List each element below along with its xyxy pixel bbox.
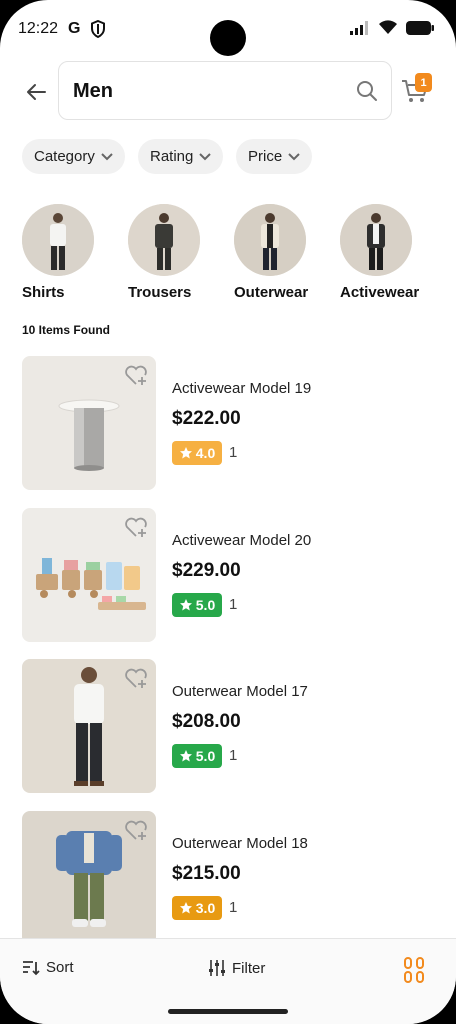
back-button[interactable] [22,78,50,106]
status-time: 12:22 [18,20,59,37]
product-price: $222.00 [172,408,241,429]
app-screen: 12:22 G Men 1 Category Rating Price Shir… [0,0,456,1024]
status-bar: 12:22 G [0,0,456,60]
search-icon[interactable] [355,79,379,103]
battery-icon [406,20,434,35]
filter-chip-price[interactable]: Price [236,139,313,174]
rating-badge: 5.0 [172,744,222,768]
home-indicator[interactable] [168,1009,288,1014]
category-outerwear[interactable]: Outerwear [234,204,324,301]
rating-value: 3.0 [195,900,216,916]
category-label: Shirts [22,284,65,301]
product-card[interactable]: Outerwear Model 17 $208.00 5.0 1 [22,659,432,793]
chip-label: Price [248,148,283,165]
product-name: Activewear Model 19 [172,380,312,397]
chip-label: Rating [150,148,194,165]
star-icon [179,750,192,762]
rating-value: 4.0 [195,445,216,461]
star-icon [179,599,192,611]
google-icon: G [68,20,81,37]
product-card[interactable]: Activewear Model 19 $222.00 4.0 1 [22,356,432,490]
category-label: Activewear [340,284,420,301]
product-price: $229.00 [172,560,241,581]
filter-chip-category[interactable]: Category [22,139,125,174]
product-name: Outerwear Model 18 [172,835,308,852]
category-label: Trousers [128,284,192,301]
rating-badge: 5.0 [172,593,222,617]
arrow-left-icon [27,84,46,100]
search-query[interactable]: Men [73,80,113,103]
chevron-down-icon [288,152,300,160]
rating-count: 1 [229,444,238,461]
rating-value: 5.0 [195,748,216,764]
status-icons [350,20,434,35]
rating-badge: 4.0 [172,441,222,465]
grid-view-icon[interactable] [404,957,424,983]
star-icon [179,447,192,459]
signal-icon [350,20,368,35]
category-image [22,204,94,276]
results-count: 10 Items Found [22,323,111,337]
product-card[interactable]: Activewear Model 20 $229.00 5.0 1 [22,508,432,642]
category-image [340,204,412,276]
rating-value: 5.0 [195,597,216,613]
chevron-down-icon [101,152,113,160]
product-card[interactable]: Outerwear Model 18 $215.00 3.0 1 [22,811,432,945]
front-camera [210,20,246,56]
sort-icon [23,960,40,975]
star-icon [179,902,192,914]
product-name: Activewear Model 20 [172,532,312,549]
chip-label: Category [34,148,95,165]
wifi-icon [379,20,397,34]
category-label: Outerwear [234,284,309,301]
filter-label: Filter [232,959,266,977]
heart-plus-icon[interactable] [124,819,148,841]
rating-badge: 3.0 [172,896,222,920]
chevron-down-icon [199,152,212,160]
rating-count: 1 [229,747,238,764]
sort-button[interactable]: Sort [22,959,74,976]
category-shirts[interactable]: Shirts [22,204,112,301]
heart-plus-icon[interactable] [124,516,148,538]
category-trousers[interactable]: Trousers [128,204,218,301]
rating-count: 1 [229,596,238,613]
filter-button[interactable]: Filter [208,959,265,977]
cart-badge: 1 [415,73,432,92]
product-price: $208.00 [172,711,241,732]
category-image [234,204,306,276]
product-price: $215.00 [172,863,241,884]
heart-plus-icon[interactable] [124,364,148,386]
product-name: Outerwear Model 17 [172,683,308,700]
sliders-icon [209,960,225,976]
search-input[interactable]: Men [58,61,392,120]
category-image [128,204,200,276]
heart-plus-icon[interactable] [124,667,148,689]
sort-label: Sort [46,959,74,976]
rating-count: 1 [229,899,238,916]
shield-icon [91,20,105,38]
category-activewear[interactable]: Activewear [340,204,430,301]
filter-chip-rating[interactable]: Rating [138,139,224,174]
